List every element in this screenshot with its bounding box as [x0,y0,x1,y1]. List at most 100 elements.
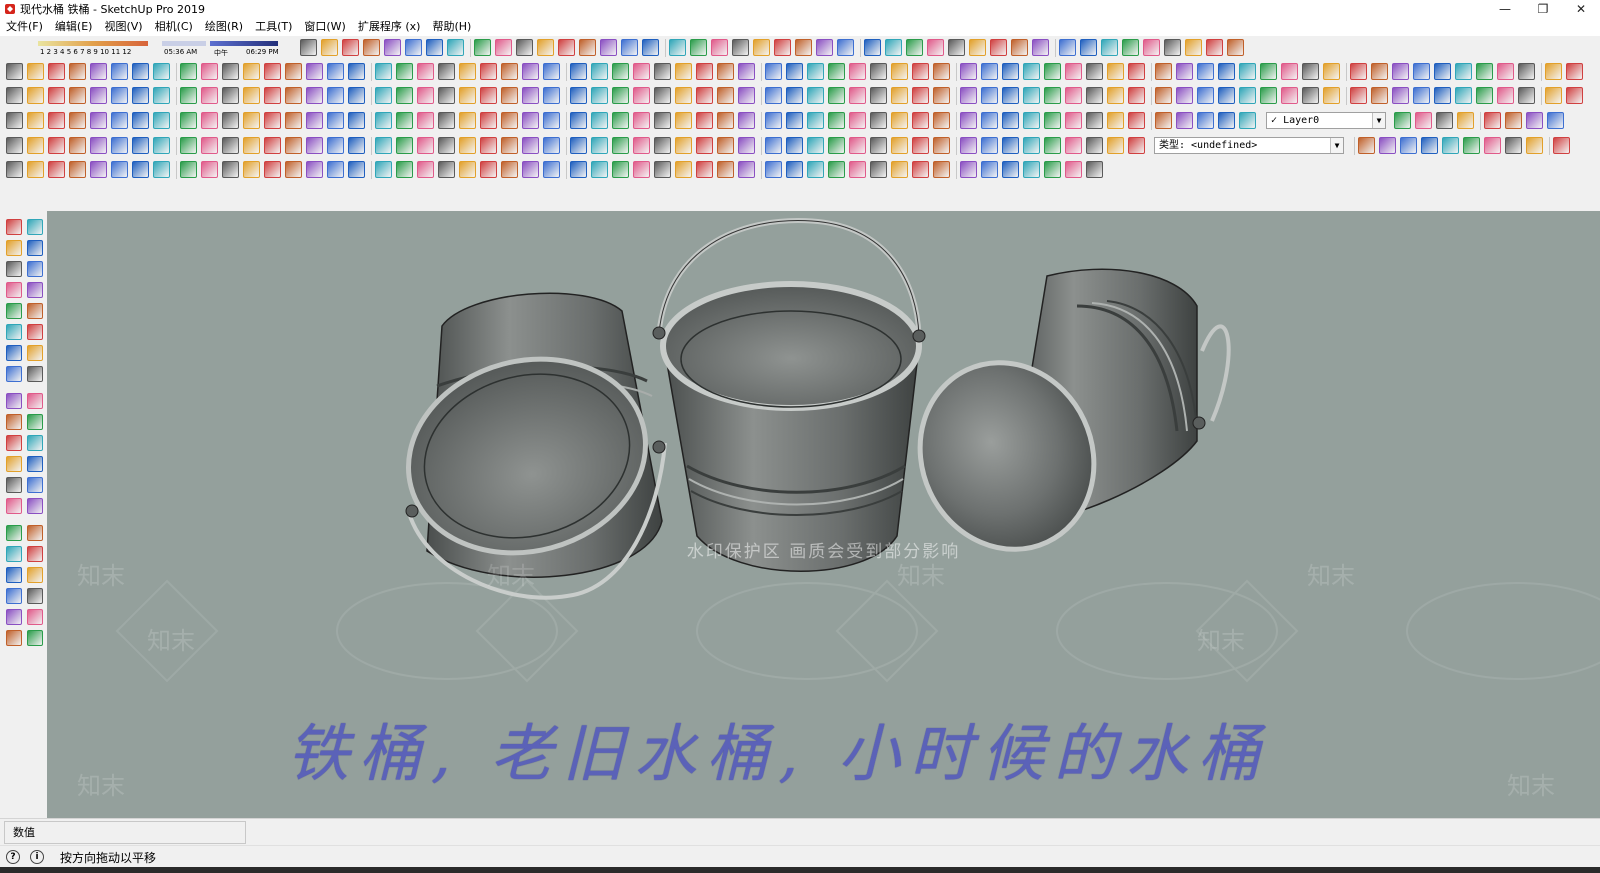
toolbar-tool-icon[interactable] [1044,112,1061,129]
toolbar-tool-icon[interactable] [1518,63,1535,80]
toolbar-tool-icon[interactable] [786,161,803,178]
toolbar-tool-icon[interactable] [1065,137,1082,154]
toolbar-tool-icon[interactable] [1059,39,1076,56]
toolbar-tool-icon[interactable] [327,63,344,80]
toolbar-tool-icon[interactable] [1553,137,1570,154]
left-toolbar-tool-icon[interactable] [6,324,22,340]
toolbar-tool-icon[interactable] [885,39,902,56]
toolbar-tool-icon[interactable] [522,161,539,178]
bucket-right[interactable] [890,268,1231,578]
toolbar-tool-icon[interactable] [201,137,218,154]
toolbar-tool-icon[interactable] [696,87,713,104]
toolbar-tool-icon[interactable] [6,87,23,104]
toolbar-tool-icon[interactable] [1371,63,1388,80]
toolbar-tool-icon[interactable] [933,137,950,154]
minimize-button[interactable]: — [1486,0,1524,18]
toolbar-tool-icon[interactable] [870,87,887,104]
left-toolbar-tool-icon[interactable] [6,588,22,604]
toolbar-tool-icon[interactable] [285,87,302,104]
toolbar-tool-icon[interactable] [396,112,413,129]
toolbar-tool-icon[interactable] [1434,63,1451,80]
toolbar-tool-icon[interactable] [849,112,866,129]
left-toolbar-tool-icon[interactable] [27,219,43,235]
toolbar-tool-icon[interactable] [348,137,365,154]
toolbar-tool-icon[interactable] [765,112,782,129]
toolbar-tool-icon[interactable] [522,63,539,80]
toolbar-tool-icon[interactable] [1023,63,1040,80]
toolbar-tool-icon[interactable] [981,112,998,129]
left-toolbar-tool-icon[interactable] [6,303,22,319]
left-toolbar-tool-icon[interactable] [27,609,43,625]
toolbar-tool-icon[interactable] [654,87,671,104]
toolbar-tool-icon[interactable] [933,161,950,178]
toolbar-tool-icon[interactable] [48,63,65,80]
toolbar-tool-icon[interactable] [1392,63,1409,80]
left-toolbar-tool-icon[interactable] [27,240,43,256]
toolbar-tool-icon[interactable] [1476,87,1493,104]
toolbar-tool-icon[interactable] [591,161,608,178]
toolbar-tool-icon[interactable] [753,39,770,56]
toolbar-tool-icon[interactable] [633,137,650,154]
toolbar-tool-icon[interactable] [870,112,887,129]
toolbar-tool-icon[interactable] [396,63,413,80]
left-toolbar-tool-icon[interactable] [6,219,22,235]
toolbar-tool-icon[interactable] [48,112,65,129]
toolbar-tool-icon[interactable] [132,161,149,178]
toolbar-tool-icon[interactable] [675,87,692,104]
toolbar-tool-icon[interactable] [1107,112,1124,129]
toolbar-tool-icon[interactable] [321,39,338,56]
toolbar-tool-icon[interactable] [396,161,413,178]
toolbar-tool-icon[interactable] [981,161,998,178]
toolbar-tool-icon[interactable] [180,63,197,80]
toolbar-tool-icon[interactable] [717,112,734,129]
toolbar-tool-icon[interactable] [153,112,170,129]
toolbar-tool-icon[interactable] [912,87,929,104]
toolbar-tool-icon[interactable] [417,161,434,178]
toolbar-tool-icon[interactable] [912,63,929,80]
toolbar-tool-icon[interactable] [474,39,491,56]
toolbar-tool-icon[interactable] [543,87,560,104]
toolbar-tool-icon[interactable] [480,87,497,104]
toolbar-tool-icon[interactable] [132,137,149,154]
toolbar-tool-icon[interactable] [348,63,365,80]
toolbar-tool-icon[interactable] [27,161,44,178]
toolbar-tool-icon[interactable] [459,137,476,154]
toolbar-tool-icon[interactable] [828,137,845,154]
toolbar-tool-icon[interactable] [738,87,755,104]
toolbar-tool-icon[interactable] [1281,87,1298,104]
left-toolbar-tool-icon[interactable] [27,477,43,493]
left-toolbar-tool-icon[interactable] [27,282,43,298]
toolbar-tool-icon[interactable] [1002,87,1019,104]
toolbar-tool-icon[interactable] [870,63,887,80]
toolbar-tool-icon[interactable] [1002,161,1019,178]
toolbar-tool-icon[interactable] [495,39,512,56]
toolbar-tool-icon[interactable] [828,87,845,104]
toolbar-tool-icon[interactable] [612,87,629,104]
toolbar-tool-icon[interactable] [69,161,86,178]
toolbar-tool-icon[interactable] [1128,112,1145,129]
toolbar-tool-icon[interactable] [447,39,464,56]
left-toolbar-tool-icon[interactable] [27,261,43,277]
toolbar-tool-icon[interactable] [1023,161,1040,178]
toolbar-tool-icon[interactable] [285,112,302,129]
toolbar-tool-icon[interactable] [675,137,692,154]
toolbar-tool-icon[interactable] [864,39,881,56]
toolbar-tool-icon[interactable] [90,112,107,129]
toolbar-tool-icon[interactable] [696,161,713,178]
menu-extensions[interactable]: 扩展程序 (x) [352,18,427,36]
model-viewport[interactable]: 水印保护区 画质会受到部分影响 知末 知末 知末 知末 知末 知末 知末 知末 … [47,211,1600,818]
toolbar-tool-icon[interactable] [480,112,497,129]
toolbar-tool-icon[interactable] [1260,87,1277,104]
toolbar-tool-icon[interactable] [1176,112,1193,129]
left-toolbar-tool-icon[interactable] [6,345,22,361]
toolbar-tool-icon[interactable] [1197,87,1214,104]
toolbar-tool-icon[interactable] [738,63,755,80]
toolbar-tool-icon[interactable] [1065,87,1082,104]
left-toolbar-tool-icon[interactable] [27,303,43,319]
toolbar-tool-icon[interactable] [669,39,686,56]
toolbar-tool-icon[interactable] [1302,63,1319,80]
toolbar-tool-icon[interactable] [396,137,413,154]
toolbar-tool-icon[interactable] [1434,87,1451,104]
toolbar-tool-icon[interactable] [243,137,260,154]
toolbar-tool-icon[interactable] [1455,63,1472,80]
